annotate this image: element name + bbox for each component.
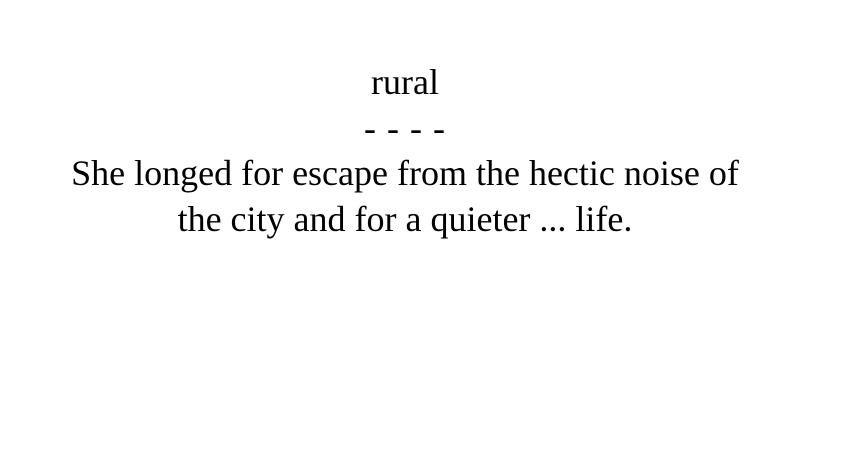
flashcard: rural - - - - She longed for escape from… bbox=[0, 0, 810, 475]
letter-blanks: - - - - bbox=[364, 108, 446, 148]
sentence-line-1: She longed for escape from the hectic no… bbox=[71, 153, 739, 193]
vocabulary-word: rural bbox=[371, 62, 439, 102]
sentence-line-2: the city and for a quieter ... life. bbox=[177, 199, 633, 239]
example-sentence: She longed for escape from the hectic no… bbox=[0, 150, 810, 242]
